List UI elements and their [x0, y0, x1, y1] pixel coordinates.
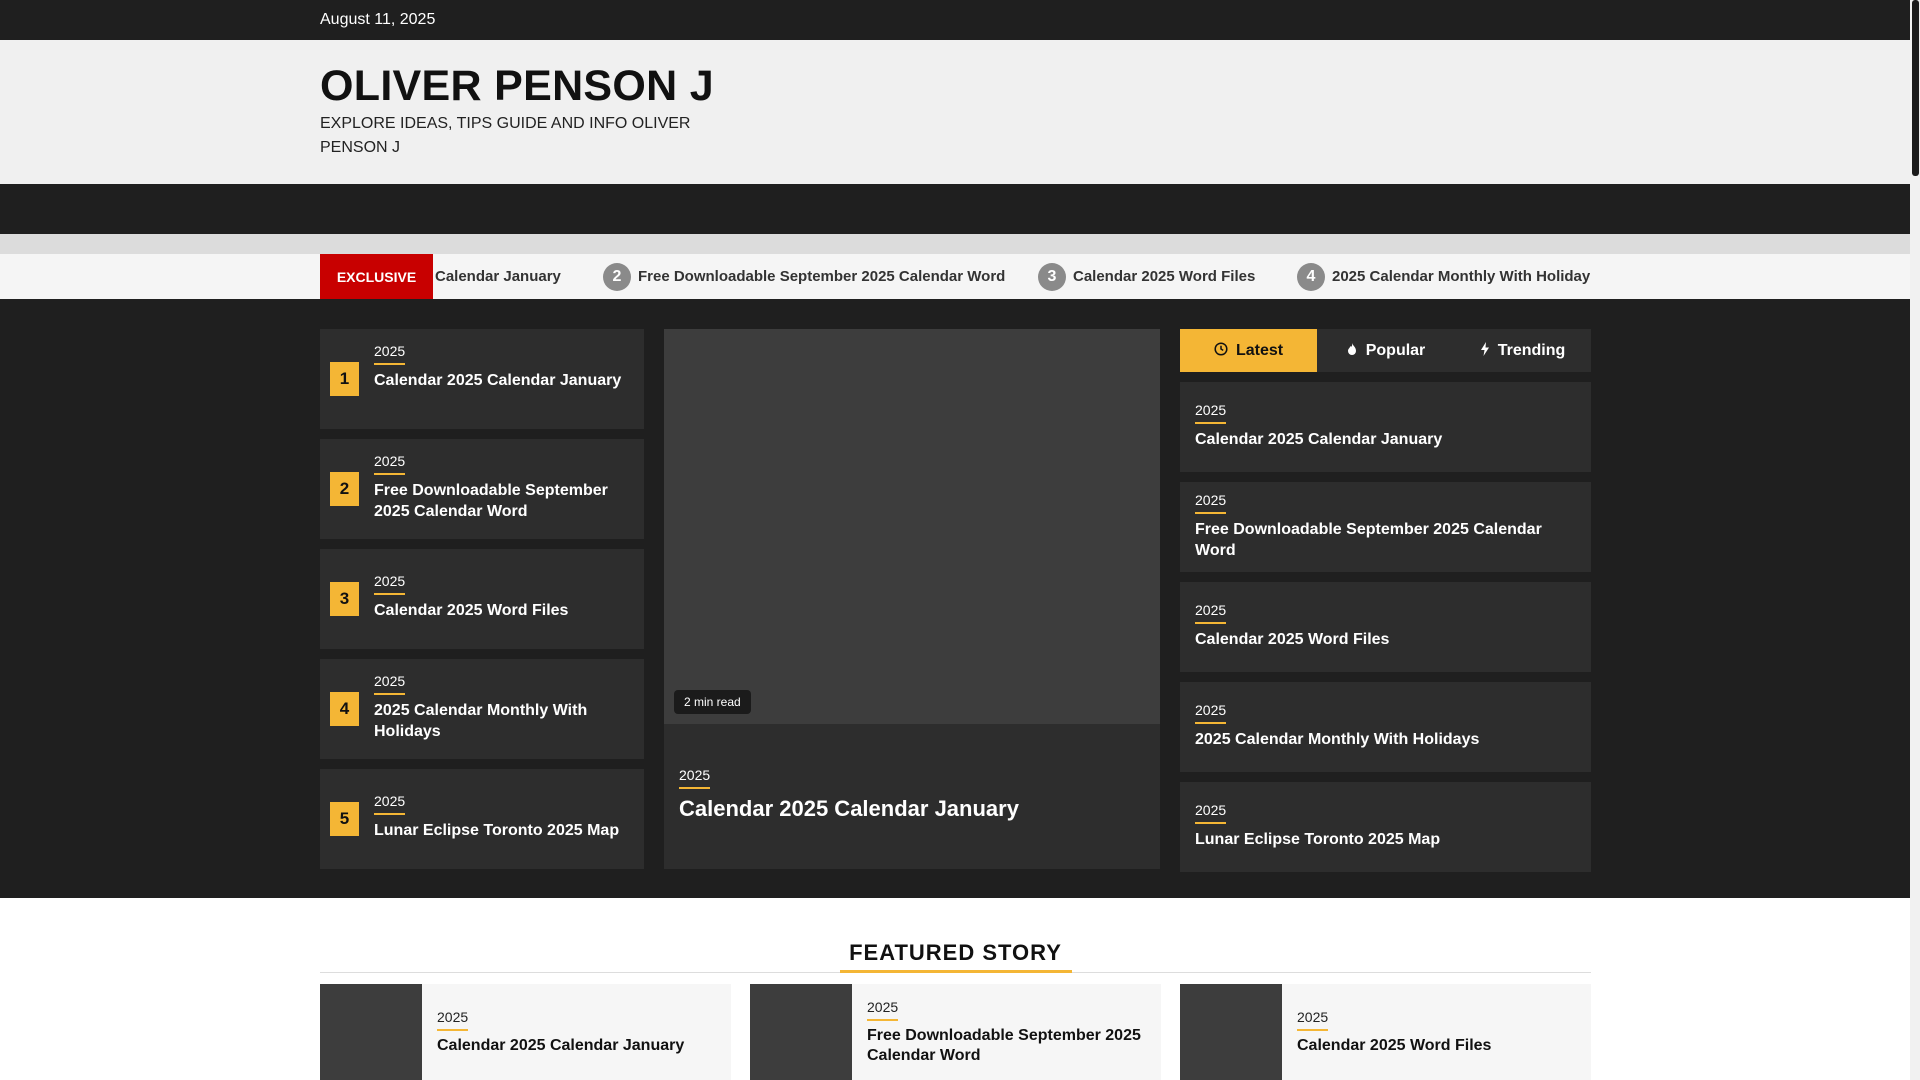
tab-label: Trending	[1497, 341, 1566, 359]
post-title[interactable]: Calendar 2025 Calendar January	[1195, 429, 1565, 450]
post-title[interactable]: Free Downloadable September 2025 Calenda…	[1195, 519, 1565, 561]
left-list-item[interactable]: 1 2025 Calendar 2025 Calendar January	[320, 329, 644, 429]
read-time-badge: 2 min read	[674, 690, 751, 714]
post-title[interactable]: 2025 Calendar Monthly With Holidays	[374, 700, 634, 742]
clock-icon	[1214, 342, 1228, 359]
right-list-item[interactable]: 2025 Calendar 2025 Word Files	[1180, 582, 1591, 672]
tab-trending[interactable]: Trending	[1454, 329, 1591, 372]
featured-post-image[interactable]	[664, 329, 1160, 724]
current-date: August 11, 2025	[320, 11, 436, 28]
left-list-item[interactable]: 3 2025 Calendar 2025 Word Files	[320, 549, 644, 649]
category-link[interactable]: 2025	[374, 343, 406, 365]
post-title[interactable]: 2025 Calendar Monthly With Holidays	[1195, 729, 1565, 750]
featured-post-title[interactable]: Calendar 2025 Calendar January	[679, 796, 1019, 822]
category-link[interactable]: 2025	[1195, 802, 1227, 824]
ticker-item-title: 2025 Calendar Monthly With Holidays	[1332, 268, 1599, 285]
featured-story-heading: FEATURED STORY	[849, 940, 1062, 965]
post-title[interactable]: Lunar Eclipse Toronto 2025 Map	[374, 820, 634, 841]
post-thumbnail[interactable]	[320, 984, 422, 1080]
rank-badge: 5	[330, 802, 359, 836]
rank-badge: 4	[330, 692, 359, 726]
featured-story-card[interactable]: 2025 Calendar 2025 Calendar January	[320, 984, 731, 1080]
featured-post-card[interactable]: 2 min read 2025 Calendar 2025 Calendar J…	[664, 329, 1160, 869]
post-title[interactable]: Calendar 2025 Word Files	[374, 600, 634, 621]
ticker-item-title: Free Downloadable September 2025 Calenda…	[638, 268, 1006, 285]
category-link[interactable]: 2025	[374, 673, 406, 695]
rank-badge: 3	[330, 582, 359, 616]
scrollbar-thumb[interactable]	[1912, 0, 1919, 176]
tab-label: Popular	[1365, 341, 1426, 359]
category-link[interactable]: 2025	[374, 573, 406, 595]
heading-underline	[840, 970, 1072, 973]
post-tabs: Latest Popular Trending	[1180, 329, 1591, 372]
post-thumbnail[interactable]	[1180, 984, 1282, 1080]
nav-divider	[0, 234, 1910, 254]
site-title[interactable]: OLIVER PENSON J	[320, 62, 714, 111]
category-link[interactable]: 2025	[1195, 602, 1227, 624]
rank-badge: 1	[330, 362, 359, 396]
category-link[interactable]: 2025	[1195, 492, 1227, 514]
post-title[interactable]: Free Downloadable September 2025 Calenda…	[867, 1026, 1152, 1066]
ticker-item-title: Calendar 2025 Word Files	[1073, 268, 1256, 285]
top-bar: August 11, 2025	[0, 0, 1910, 40]
ticker-item[interactable]: 3 Calendar 2025 Word Files	[1038, 254, 1255, 299]
fire-icon	[1346, 342, 1358, 359]
right-list-item[interactable]: 2025 Calendar 2025 Calendar January	[1180, 382, 1591, 472]
tab-latest[interactable]: Latest	[1180, 329, 1317, 372]
category-link[interactable]: 2025	[867, 999, 899, 1021]
main-navigation	[0, 184, 1910, 234]
tab-label: Latest	[1235, 341, 1284, 359]
left-list-item[interactable]: 2 2025 Free Downloadable September 2025 …	[320, 439, 644, 539]
post-title[interactable]: Calendar 2025 Word Files	[1195, 629, 1565, 650]
left-list-item[interactable]: 5 2025 Lunar Eclipse Toronto 2025 Map	[320, 769, 644, 869]
ticker-item[interactable]: 2 Free Downloadable September 2025 Calen…	[603, 254, 1005, 299]
left-list-item[interactable]: 4 2025 2025 Calendar Monthly With Holida…	[320, 659, 644, 759]
featured-story-card[interactable]: 2025 Calendar 2025 Word Files	[1180, 984, 1591, 1080]
post-title[interactable]: Free Downloadable September 2025 Calenda…	[374, 480, 634, 522]
ticker-item[interactable]: Calendar January	[435, 254, 561, 299]
category-link[interactable]: 2025	[1195, 702, 1227, 724]
right-list-item[interactable]: 2025 Lunar Eclipse Toronto 2025 Map	[1180, 782, 1591, 872]
category-link[interactable]: 2025	[374, 793, 406, 815]
category-link[interactable]: 2025	[437, 1009, 469, 1031]
news-ticker: EXCLUSIVE Calendar January 2 Free Downlo…	[0, 254, 1910, 299]
ticker-item-title: Calendar January	[435, 268, 561, 285]
rank-badge: 2	[330, 472, 359, 506]
masthead: OLIVER PENSON J EXPLORE IDEAS, TIPS GUID…	[0, 40, 1910, 184]
ticker-item-number: 3	[1038, 262, 1066, 291]
post-title[interactable]: Calendar 2025 Word Files	[1297, 1036, 1582, 1056]
ticker-item-number: 4	[1297, 262, 1325, 291]
right-list-item[interactable]: 2025 2025 Calendar Monthly With Holidays	[1180, 682, 1591, 772]
tab-popular[interactable]: Popular	[1317, 329, 1454, 372]
category-link[interactable]: 2025	[1195, 402, 1227, 424]
post-title[interactable]: Calendar 2025 Calendar January	[374, 370, 634, 391]
ticker-item-number: 2	[603, 262, 631, 291]
post-title[interactable]: Lunar Eclipse Toronto 2025 Map	[1195, 829, 1565, 850]
post-title[interactable]: Calendar 2025 Calendar January	[437, 1036, 722, 1056]
post-thumbnail[interactable]	[750, 984, 852, 1080]
bolt-icon	[1480, 342, 1490, 359]
featured-story-card[interactable]: 2025 Free Downloadable September 2025 Ca…	[750, 984, 1161, 1080]
right-list-item[interactable]: 2025 Free Downloadable September 2025 Ca…	[1180, 482, 1591, 572]
site-description: EXPLORE IDEAS, TIPS GUIDE AND INFO OLIVE…	[320, 115, 691, 156]
ticker-edge	[1590, 254, 1910, 299]
exclusive-label: EXCLUSIVE	[320, 254, 433, 299]
ticker-item[interactable]: 4 2025 Calendar Monthly With Holidays	[1297, 254, 1599, 299]
category-link[interactable]: 2025	[374, 453, 406, 475]
category-link[interactable]: 2025	[1297, 1009, 1329, 1031]
category-link[interactable]: 2025	[679, 767, 711, 789]
